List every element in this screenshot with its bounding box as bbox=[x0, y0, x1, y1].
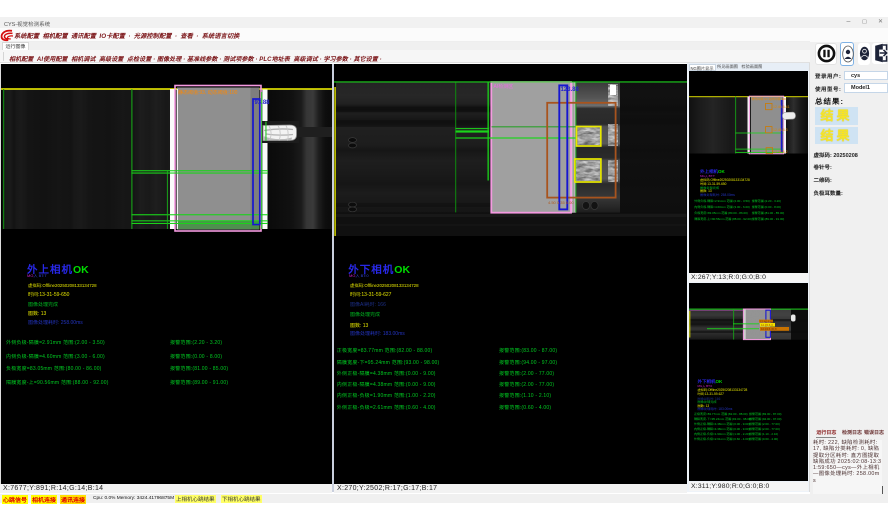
svg-text:12.40,6.41: 12.40,6.41 bbox=[773, 105, 790, 109]
svg-text:12.45,6.3: 12.45,6.3 bbox=[773, 128, 788, 132]
svg-text:静态阈值:93 动态阈值:100: 静态阈值:93 动态阈值:100 bbox=[752, 96, 787, 101]
svg-text:12.43,6.2: 12.43,6.2 bbox=[773, 150, 788, 154]
svg-text:12.43,6.30,8: 12.43,6.30,8 bbox=[761, 327, 777, 331]
